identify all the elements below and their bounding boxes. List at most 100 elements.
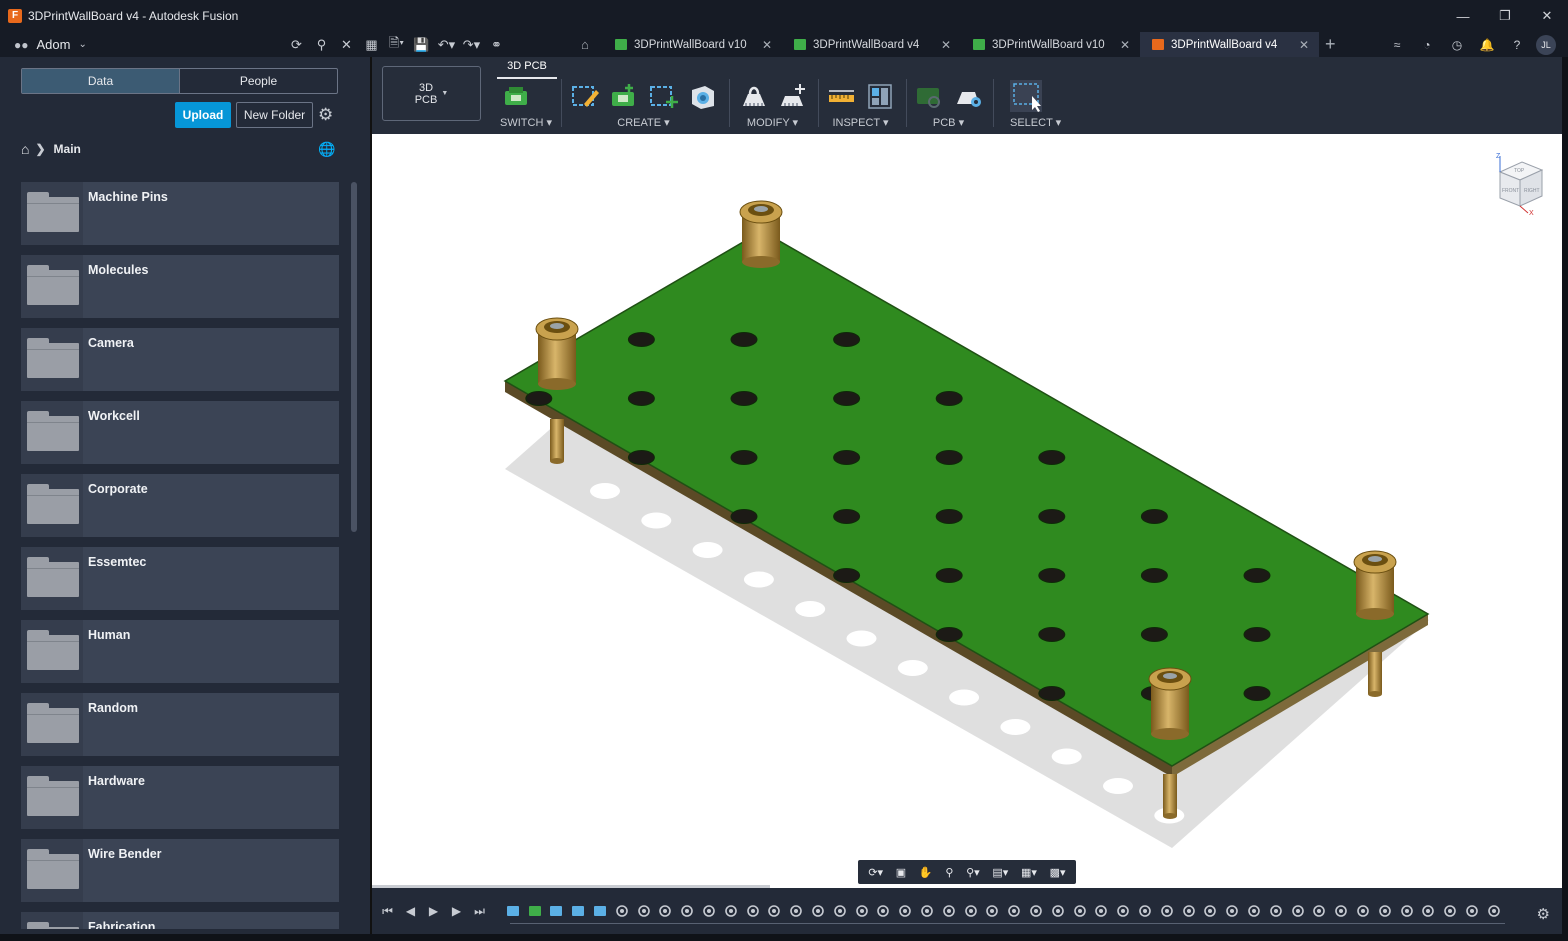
folder-item[interactable]: Human: [21, 620, 339, 683]
pcb-settings-icon[interactable]: [952, 80, 984, 112]
zoom-icon[interactable]: ⚲▾: [966, 866, 980, 879]
pcb-group-label[interactable]: PCB ▾: [913, 116, 984, 129]
grid-settings-icon[interactable]: ▦▾: [1021, 866, 1037, 879]
close-panel-icon[interactable]: ✕: [334, 37, 359, 53]
folder-item[interactable]: Workcell: [21, 401, 339, 464]
pan-hand-icon[interactable]: ✋: [919, 866, 933, 879]
timeline-feature-icon[interactable]: [1047, 902, 1069, 920]
file-menu-icon[interactable]: 🗎▾: [384, 34, 409, 56]
restore-button[interactable]: ❐: [1484, 0, 1526, 32]
timeline-feature-icon[interactable]: [960, 902, 982, 920]
close-tab-icon[interactable]: ✕: [1120, 38, 1130, 52]
viewports-icon[interactable]: ▩▾: [1050, 866, 1066, 879]
gear-icon[interactable]: ⚙: [318, 105, 333, 125]
modify-move-icon[interactable]: [776, 80, 808, 112]
timeline-feature-icon[interactable]: [1265, 902, 1287, 920]
help-icon[interactable]: ?: [1506, 38, 1528, 52]
timeline-feature-icon[interactable]: [524, 902, 546, 920]
document-tab[interactable]: 3DPrintWallBoard v4 ✕: [782, 32, 961, 57]
switch-to-pcb-icon[interactable]: [500, 80, 532, 112]
close-window-button[interactable]: ✕: [1526, 0, 1568, 32]
folder-item[interactable]: Corporate: [21, 474, 339, 537]
timeline-feature-icon[interactable]: [829, 902, 851, 920]
tab-people[interactable]: People: [179, 69, 337, 93]
timeline-feature-icon[interactable]: [938, 902, 960, 920]
minimize-button[interactable]: —: [1442, 0, 1484, 32]
timeline-feature-icon[interactable]: [1025, 902, 1047, 920]
timeline-feature-icon[interactable]: [1308, 902, 1330, 920]
folder-list-scrollbar[interactable]: [351, 182, 357, 532]
undo-icon[interactable]: ↶▾: [434, 37, 459, 53]
timeline-feature-icon[interactable]: [546, 902, 568, 920]
job-status-icon[interactable]: ◷: [1446, 38, 1468, 52]
timeline-feature-icon[interactable]: [764, 902, 786, 920]
go-to-end-icon[interactable]: ⏭: [472, 904, 487, 919]
new-folder-button[interactable]: New Folder: [236, 102, 313, 128]
search-icon[interactable]: ⚲: [309, 37, 334, 53]
folder-item[interactable]: Fabrication: [21, 912, 339, 929]
timeline-feature-icon[interactable]: [698, 902, 720, 920]
tab-3d-pcb[interactable]: 3D PCB: [497, 60, 557, 72]
globe-icon[interactable]: 🌐: [318, 141, 335, 158]
folder-item[interactable]: Random: [21, 693, 339, 756]
view-cube[interactable]: TOP FRONT RIGHT Z X: [1488, 150, 1548, 216]
timeline-feature-icon[interactable]: [1374, 902, 1396, 920]
timeline-feature-icon[interactable]: [720, 902, 742, 920]
timeline-feature-icon[interactable]: [1439, 902, 1461, 920]
timeline-feature-icon[interactable]: [1156, 902, 1178, 920]
grid-menu-icon[interactable]: ▦: [359, 37, 384, 53]
create-sketch-icon[interactable]: [569, 80, 601, 112]
close-tab-icon[interactable]: ✕: [1299, 38, 1309, 52]
timeline-feature-icon[interactable]: [1200, 902, 1222, 920]
section-analysis-icon[interactable]: [864, 80, 896, 112]
timeline-feature-icon[interactable]: [1243, 902, 1265, 920]
pcb-link-icon[interactable]: [913, 80, 945, 112]
look-at-icon[interactable]: ▣: [896, 866, 906, 879]
timeline-feature-icon[interactable]: [589, 902, 611, 920]
home-icon[interactable]: ⌂: [21, 141, 29, 157]
user-avatar[interactable]: JL: [1536, 34, 1556, 55]
timeline-feature-icon[interactable]: [1352, 902, 1374, 920]
pcb-model-render[interactable]: [372, 134, 1562, 888]
document-tab-active[interactable]: 3DPrintWallBoard v4 ✕: [1140, 32, 1319, 57]
timeline-feature-icon[interactable]: [502, 902, 524, 920]
timeline-feature-icon[interactable]: [676, 902, 698, 920]
modify-press-pull-icon[interactable]: [737, 80, 769, 112]
display-settings-icon[interactable]: ▤▾: [992, 866, 1008, 879]
folder-item[interactable]: Hardware: [21, 766, 339, 829]
folder-item[interactable]: Molecules: [21, 255, 339, 318]
tab-data[interactable]: Data: [22, 69, 179, 93]
modify-group-label[interactable]: MODIFY ▾: [737, 116, 808, 129]
switch-group-label[interactable]: SWITCH ▾: [500, 116, 552, 129]
document-tab[interactable]: 3DPrintWallBoard v10 ✕: [961, 32, 1140, 57]
timeline-feature-icon[interactable]: [1221, 902, 1243, 920]
create-group-label[interactable]: CREATE ▾: [569, 116, 718, 129]
folder-item[interactable]: Essemtec: [21, 547, 339, 610]
create-outline-icon[interactable]: [647, 80, 679, 112]
document-tab[interactable]: 3DPrintWallBoard v10 ✕: [603, 32, 782, 57]
timeline-feature-icon[interactable]: [785, 902, 807, 920]
folder-item[interactable]: Machine Pins: [21, 182, 339, 245]
folder-item[interactable]: Camera: [21, 328, 339, 391]
breadcrumb-current[interactable]: Main: [54, 142, 81, 156]
create-board-icon[interactable]: [608, 80, 640, 112]
timeline-feature-icon[interactable]: [982, 902, 1004, 920]
timeline-feature-icon[interactable]: [742, 902, 764, 920]
extensions-icon[interactable]: ≈: [1386, 38, 1408, 52]
orbit-icon[interactable]: ⟳▾: [868, 866, 883, 879]
online-status-icon[interactable]: ◔: [1416, 38, 1438, 52]
refresh-icon[interactable]: ⟳: [284, 37, 309, 53]
home-tab-icon[interactable]: ⌂: [575, 32, 603, 57]
zoom-window-icon[interactable]: ⚲: [945, 866, 953, 879]
close-tab-icon[interactable]: ✕: [941, 38, 951, 52]
timeline-feature-icon[interactable]: [611, 902, 633, 920]
upload-button[interactable]: Upload: [175, 102, 231, 128]
timeline-feature-icon[interactable]: [916, 902, 938, 920]
timeline-feature-icon[interactable]: [1461, 902, 1483, 920]
close-tab-icon[interactable]: ✕: [762, 38, 772, 52]
select-group-label[interactable]: SELECT ▾: [1010, 116, 1061, 129]
notifications-bell-icon[interactable]: 🔔: [1476, 38, 1498, 52]
play-icon[interactable]: ▶: [426, 904, 441, 919]
3d-viewport[interactable]: TOP FRONT RIGHT Z X ⟳▾ ▣ ✋ ⚲ ⚲▾ ▤▾ ▦▾ ▩▾: [372, 134, 1562, 888]
go-to-start-icon[interactable]: ⏮: [380, 904, 395, 919]
